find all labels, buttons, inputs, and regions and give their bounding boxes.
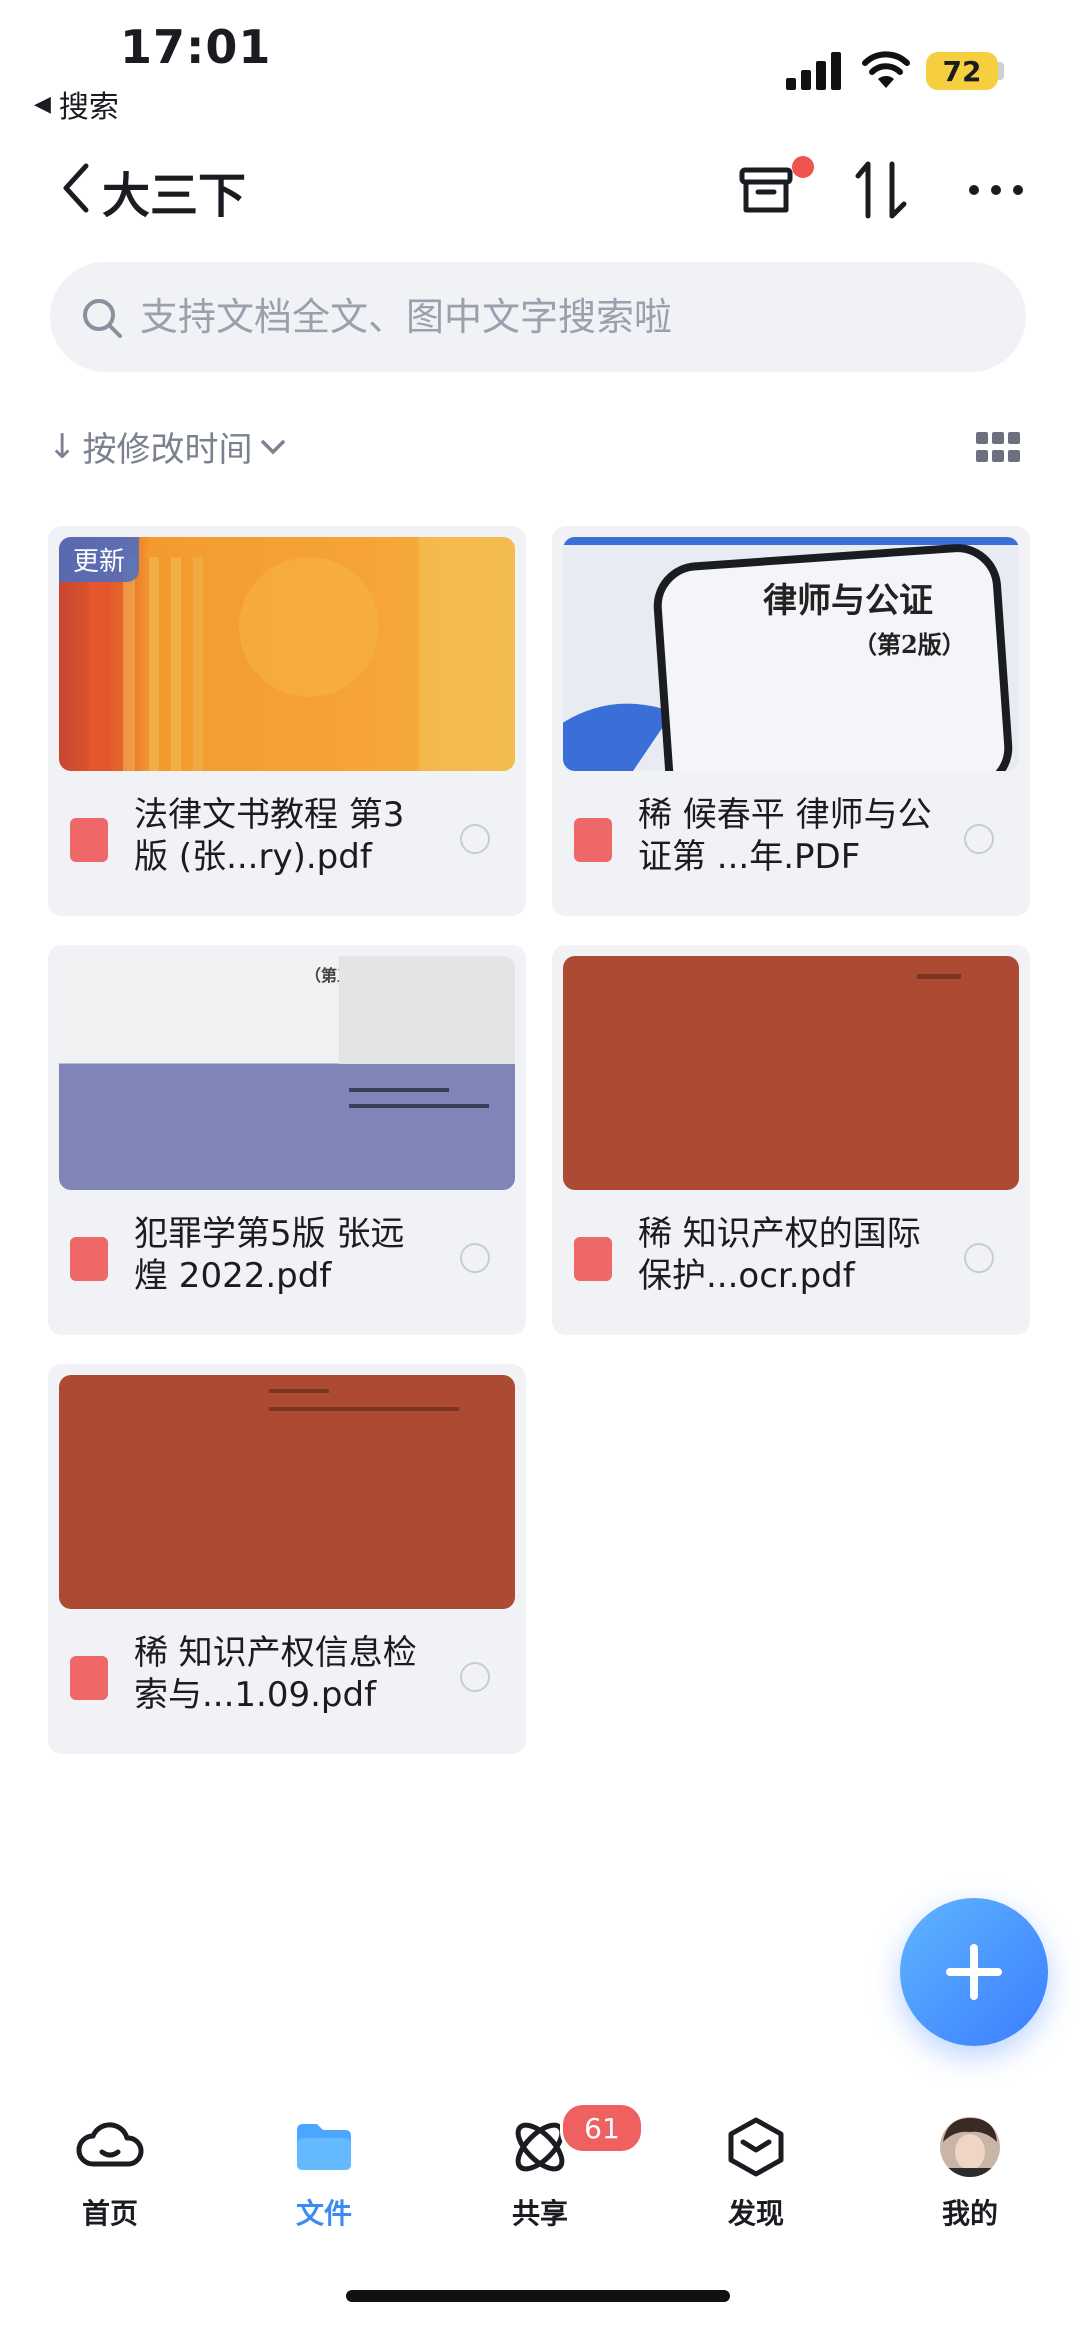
tab-home[interactable]: 首页 — [30, 2112, 190, 2232]
file-name: 稀 候春平 律师与公证第 ...年.PDF — [638, 795, 932, 877]
back-to-app[interactable]: ◀ 搜索 — [34, 82, 119, 126]
folder-icon — [297, 2124, 351, 2170]
plus-icon — [946, 1944, 1002, 2000]
archive-box-icon[interactable] — [736, 160, 796, 220]
battery-cap — [998, 62, 1004, 80]
search-icon — [83, 299, 122, 338]
down-arrow-icon: ↓ — [48, 426, 77, 467]
file-thumbnail: 更新 — [59, 537, 515, 771]
pdf-icon — [70, 818, 108, 862]
tab-files[interactable]: 文件 — [244, 2112, 404, 2232]
tab-label: 我的 — [941, 2197, 998, 2230]
file-name: 法律文书教程 第3版 (张...ry).pdf — [134, 795, 405, 877]
share-count-badge: 61 — [560, 2102, 644, 2154]
select-radio[interactable] — [964, 1243, 994, 1273]
tab-me[interactable]: 我的 — [890, 2112, 1050, 2232]
back-triangle-icon: ◀ — [34, 91, 51, 117]
chevron-down-icon — [260, 439, 285, 454]
file-name: 稀 知识产权的国际保护...ocr.pdf — [638, 1214, 921, 1296]
back-app-label: 搜索 — [58, 90, 119, 125]
tab-label: 首页 — [81, 2197, 138, 2230]
avatar — [940, 2117, 1000, 2177]
select-radio[interactable] — [460, 824, 490, 854]
pdf-icon — [70, 1656, 108, 1700]
file-card[interactable]: 律师与公证 （第2版） 稀 候春平 律师与公证第 ...年.PDF — [552, 526, 1030, 916]
file-name: 稀 知识产权信息检索与...1.09.pdf — [134, 1633, 417, 1715]
add-button[interactable] — [900, 1898, 1048, 2046]
file-thumbnail: （第五版） — [59, 956, 515, 1190]
sort-arrows-icon[interactable] — [852, 158, 912, 222]
status-time: 17:01 — [120, 20, 272, 74]
tab-label: 共享 — [511, 2197, 568, 2230]
file-card[interactable]: 更新 法律文书教程 第3版 (张...ry).pdf — [48, 526, 526, 916]
battery-indicator: 72 — [926, 52, 998, 90]
cloud-icon — [76, 2122, 144, 2167]
pdf-icon — [574, 1237, 612, 1281]
file-thumbnail — [59, 1375, 515, 1609]
file-card[interactable]: 稀 知识产权信息检索与...1.09.pdf — [48, 1364, 526, 1754]
cover-art — [269, 1389, 459, 1411]
file-name: 犯罪学第5版 张远煌 2022.pdf — [134, 1214, 405, 1296]
file-card[interactable]: （第五版） 犯罪学第5版 张远煌 2022.pdf — [48, 945, 526, 1335]
tab-discover[interactable]: 发现 — [676, 2112, 836, 2232]
search-input[interactable] — [138, 286, 962, 348]
back-chevron-icon[interactable] — [56, 158, 96, 218]
file-thumbnail — [563, 956, 1019, 1190]
file-thumbnail: 律师与公证 （第2版） — [563, 537, 1019, 771]
home-indicator — [346, 2290, 730, 2302]
sort-label: 按修改时间 — [82, 430, 253, 470]
cover-art — [917, 974, 961, 979]
tab-label: 发现 — [727, 2197, 784, 2230]
update-badge: 更新 — [59, 537, 140, 582]
cover-art — [339, 956, 515, 1108]
tab-label: 文件 — [295, 2197, 352, 2230]
cellular-signal-icon — [786, 52, 841, 90]
select-radio[interactable] — [460, 1662, 490, 1692]
grid-view-icon[interactable] — [976, 432, 1020, 464]
cover-title: 律师与公证 — [763, 581, 933, 621]
cover-subtitle: （第2版） — [853, 630, 966, 659]
pdf-icon — [574, 818, 612, 862]
cube-icon — [728, 2117, 784, 2177]
page-title: 大三下 — [102, 168, 247, 224]
select-radio[interactable] — [964, 824, 994, 854]
pdf-icon — [70, 1237, 108, 1281]
file-card[interactable]: 稀 知识产权的国际保护...ocr.pdf — [552, 945, 1030, 1335]
wifi-icon — [862, 51, 910, 88]
more-dots-icon[interactable] — [966, 170, 1026, 210]
notification-dot — [792, 156, 814, 178]
select-radio[interactable] — [460, 1243, 490, 1273]
sort-dropdown[interactable]: ↓ 按修改时间 — [48, 422, 287, 471]
